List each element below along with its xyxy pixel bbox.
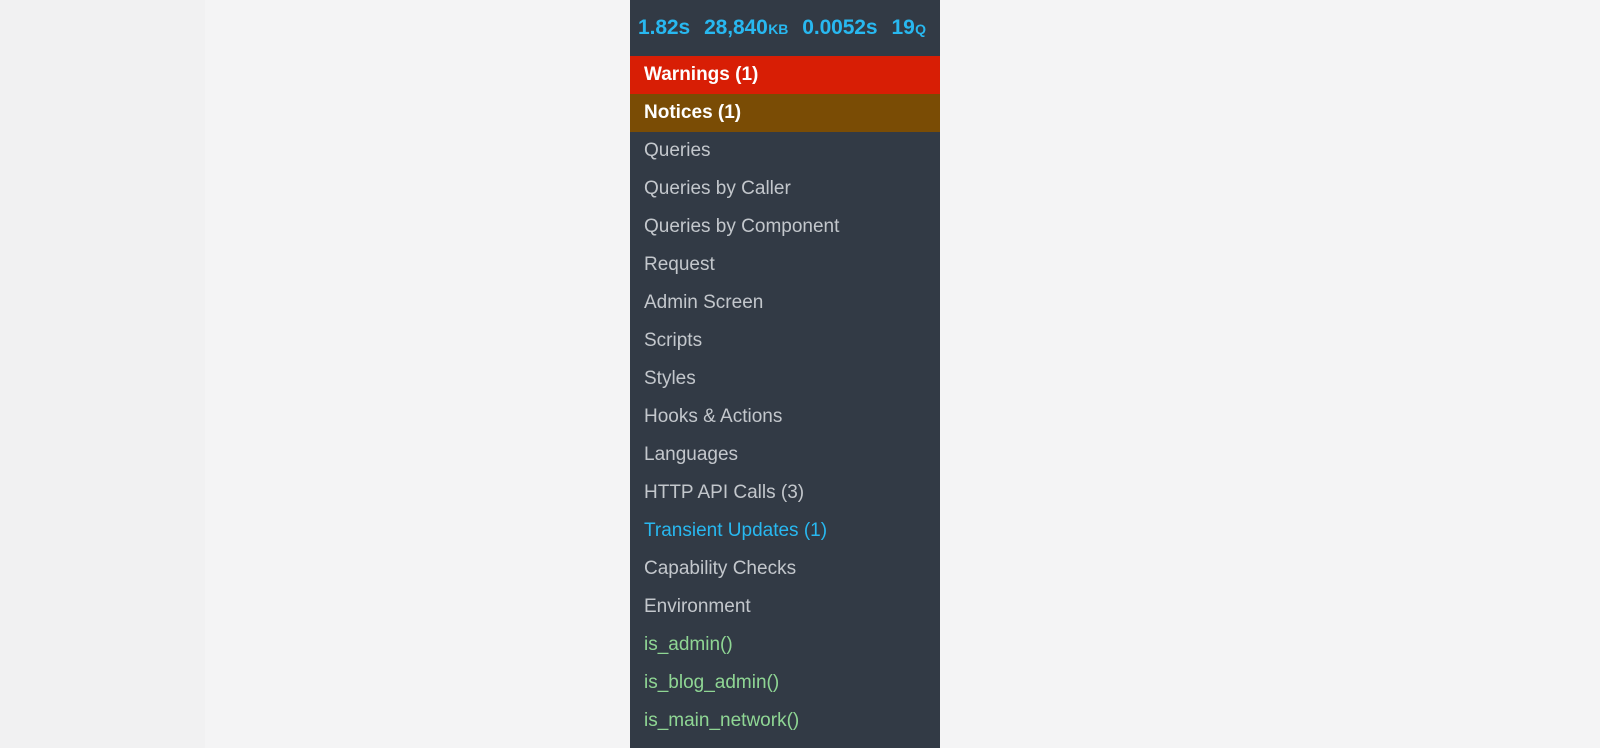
- menu-item-hooks-and-actions[interactable]: Hooks & Actions: [630, 398, 940, 436]
- menu-item-queries-by-component[interactable]: Queries by Component: [630, 208, 940, 246]
- menu-item-environment[interactable]: Environment: [630, 588, 940, 626]
- page-generation-time-unit: s: [678, 16, 691, 39]
- menu-item-request[interactable]: Request: [630, 246, 940, 284]
- database-query-count-value: 19: [891, 16, 915, 39]
- page-generation-time: 1.82 s: [638, 16, 690, 40]
- database-query-count: 19 Q: [891, 16, 926, 40]
- peak-memory-usage: 28,840 KB: [704, 16, 788, 40]
- page-background-left: [0, 0, 205, 748]
- peak-memory-usage-unit: KB: [768, 21, 789, 37]
- peak-memory-usage-value: 28,840: [704, 16, 768, 39]
- query-monitor-panel: 1.82 s 28,840 KB 0.0052 s 19 Q Warnings (1) Noti…: [630, 0, 940, 748]
- database-query-time: 0.0052 s: [802, 16, 877, 40]
- debug-bar-menu-list: Warnings (1) Notices (1) Queries Queries by…: [630, 56, 940, 740]
- menu-item-http-api-calls[interactable]: HTTP API Calls (3): [630, 474, 940, 512]
- menu-item-queries[interactable]: Queries: [630, 132, 940, 170]
- menu-item-is-admin[interactable]: is_admin(): [630, 626, 940, 664]
- database-query-time-value: 0.0052: [802, 16, 866, 39]
- page-generation-time-value: 1.82: [638, 16, 679, 39]
- menu-item-styles[interactable]: Styles: [630, 360, 940, 398]
- debug-bar-metrics-header[interactable]: 1.82 s 28,840 KB 0.0052 s 19 Q: [630, 0, 940, 56]
- database-query-time-unit: s: [865, 16, 878, 39]
- menu-item-scripts[interactable]: Scripts: [630, 322, 940, 360]
- menu-item-transient-updates[interactable]: Transient Updates (1): [630, 512, 940, 550]
- menu-item-queries-by-caller[interactable]: Queries by Caller: [630, 170, 940, 208]
- menu-item-admin-screen[interactable]: Admin Screen: [630, 284, 940, 322]
- menu-item-languages[interactable]: Languages: [630, 436, 940, 474]
- database-query-count-unit: Q: [915, 21, 926, 37]
- menu-item-notices[interactable]: Notices (1): [630, 94, 940, 132]
- menu-item-is-main-network[interactable]: is_main_network(): [630, 702, 940, 740]
- menu-item-capability-checks[interactable]: Capability Checks: [630, 550, 940, 588]
- menu-item-warnings[interactable]: Warnings (1): [630, 56, 940, 94]
- menu-item-is-blog-admin[interactable]: is_blog_admin(): [630, 664, 940, 702]
